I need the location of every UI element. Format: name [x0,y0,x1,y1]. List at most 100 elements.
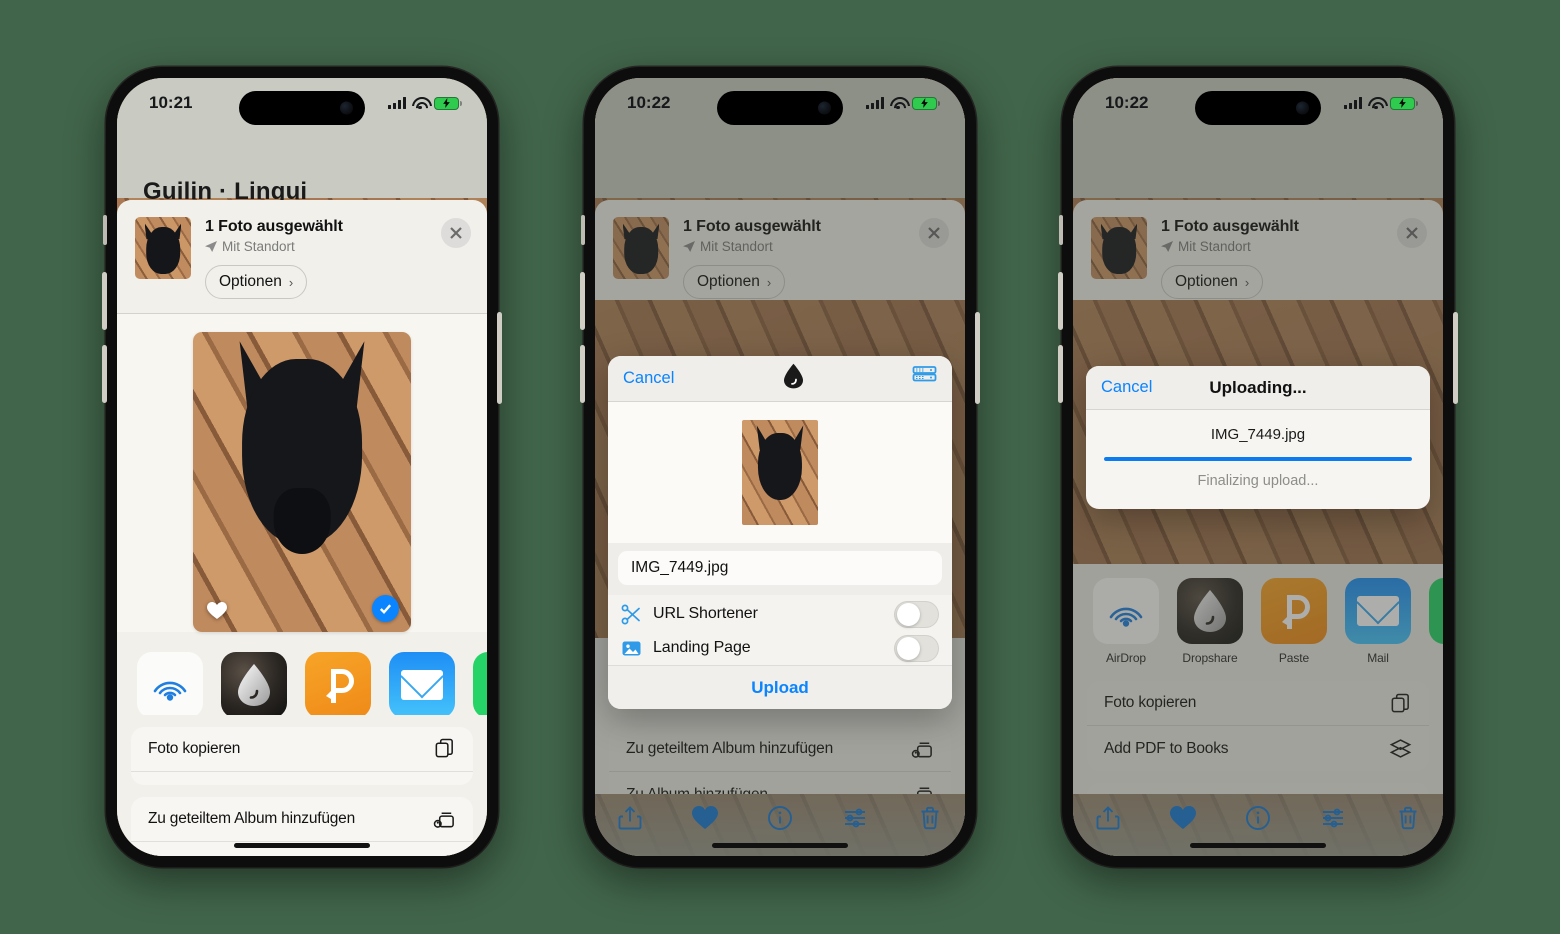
list-item[interactable]: Foto kopieren [131,727,473,772]
action-list-group-2: Zu geteiltem Album hinzufügen Zu Album h… [609,727,951,794]
selection-subtitle: Mit Standort [222,239,295,254]
whatsapp-icon [1429,578,1443,644]
share-target-mail[interactable]: Mail [1345,578,1411,665]
airdrop-icon [137,652,203,715]
volume-up-button[interactable] [1058,272,1063,330]
photo-selected-check[interactable] [372,595,399,622]
selection-subtitle-row: Mit Standort [683,239,905,254]
phone-1: Guilin · Lingui 10:21 1 Foto ausgewählt … [102,67,502,867]
home-indicator [1190,843,1326,848]
books-icon [443,784,446,786]
add-album-icon [433,853,456,856]
upload-progress-bar [1104,457,1412,461]
share-target-whatsapp[interactable]: W [473,652,487,715]
options-button[interactable]: Optionen › [683,265,786,299]
list-item[interactable]: Zu geteiltem Album hinzufügen [1087,783,1429,794]
uploading-cancel-button[interactable]: Cancel [1101,378,1152,397]
chevron-right-icon: › [1244,274,1250,290]
home-indicator [712,843,848,848]
share-target-paste[interactable]: Paste [305,652,371,715]
url-shortener-toggle[interactable] [894,600,939,628]
photo-preview-area [117,314,487,632]
dropshare-icon [1177,578,1243,644]
battery-charging-icon [912,96,940,110]
volume-down-button[interactable] [102,345,107,403]
share-target-paste[interactable]: Paste [1261,578,1327,665]
list-item[interactable]: Zu Album hinzufügen [609,772,951,794]
options-label: Optionen [697,273,760,290]
phone-1-screen: Guilin · Lingui 10:21 1 Foto ausgewählt … [117,78,487,856]
power-button[interactable] [975,312,980,404]
power-button[interactable] [1453,312,1458,404]
options-label: Optionen [1175,273,1238,290]
action-list-group-1: Foto kopieren Add PDF to Books [1087,681,1429,771]
heart-filled-icon[interactable] [1170,805,1196,831]
status-time: 10:22 [627,93,671,112]
share-target-dropshare[interactable]: Dropshare [1177,578,1243,665]
info-icon[interactable] [1245,805,1271,831]
info-icon[interactable] [767,805,793,831]
volume-up-button[interactable] [102,272,107,330]
landing-page-toggle[interactable] [894,634,939,662]
dropshare-cancel-button[interactable]: Cancel [623,369,674,388]
filename-input[interactable]: IMG_7449.jpg [618,551,942,585]
photo-preview[interactable] [193,332,411,632]
paste-icon [1261,578,1327,644]
selection-title: 1 Foto ausgewählt [683,218,821,235]
list-item[interactable]: Add PDF to Books [131,772,473,786]
cellular-signal-icon [866,97,884,109]
share-target-airdrop[interactable]: AirDrop [137,652,203,715]
silent-switch[interactable] [103,215,107,245]
share-target-whatsapp[interactable]: W [1429,578,1443,665]
favorite-heart-icon[interactable] [207,602,227,620]
list-item[interactable]: Add PDF to Books [1087,726,1429,771]
share-target-mail[interactable]: Mail [389,652,455,715]
selected-photo-thumbnail [613,217,669,279]
volume-down-button[interactable] [580,345,585,403]
dropshare-modal-header: Cancel [608,356,952,402]
share-target-airdrop[interactable]: AirDrop [1093,578,1159,665]
droplet-icon [782,363,805,394]
share-sheet: 1 Foto ausgewählt Mit Standort Optionen … [1073,200,1443,300]
list-item[interactable]: Foto kopieren [1087,681,1429,726]
silent-switch[interactable] [1059,215,1063,245]
option-landing-page[interactable]: Landing Page [608,631,952,665]
chevron-right-icon: › [288,274,294,290]
adjustments-icon[interactable] [842,805,868,831]
upload-button[interactable]: Upload [608,665,952,709]
share-sheet-header: 1 Foto ausgewählt Mit Standort Optionen … [595,200,965,300]
adjustments-icon[interactable] [1320,805,1346,831]
trash-icon[interactable] [917,805,943,831]
list-item[interactable]: Zu geteiltem Album hinzufügen [609,727,951,772]
uploading-modal: Cancel Uploading... IMG_7449.jpg Finaliz… [1086,366,1430,509]
options-button[interactable]: Optionen › [205,265,308,299]
options-button[interactable]: Optionen › [1161,265,1264,299]
app-label: Paste [1278,651,1310,665]
close-button[interactable] [1397,218,1427,248]
shared-album-icon [911,742,932,758]
phone-3-screen: 10:22 1 Foto ausgewählt Mit Standort Opt… [1073,78,1443,856]
volume-down-button[interactable] [1058,345,1063,403]
list-item-label: Add PDF to Books [1104,739,1229,757]
share-target-dropshare[interactable]: Dropshare [221,652,287,715]
close-button[interactable] [441,218,471,248]
trash-icon[interactable] [1395,805,1421,831]
close-button[interactable] [919,218,949,248]
app-share-row: AirDrop Dropshare Paste [117,632,487,715]
location-arrow-icon [683,240,695,252]
status-time: 10:22 [1105,93,1149,112]
power-button[interactable] [497,312,502,404]
server-icon[interactable] [912,365,937,392]
shared-album-icon [433,812,454,828]
status-time: 10:21 [149,93,193,112]
share-icon[interactable] [617,805,643,831]
volume-up-button[interactable] [580,272,585,330]
silent-switch[interactable] [581,215,585,245]
options-label: Optionen [219,273,282,290]
selection-info: 1 Foto ausgewählt Mit Standort Optionen … [683,217,905,299]
upload-status-text: Finalizing upload... [1197,473,1319,489]
heart-filled-icon[interactable] [692,805,718,831]
option-url-shortener[interactable]: URL Shortener [608,597,952,631]
list-item[interactable]: Zu geteiltem Album hinzufügen [131,797,473,843]
share-icon[interactable] [1095,805,1121,831]
